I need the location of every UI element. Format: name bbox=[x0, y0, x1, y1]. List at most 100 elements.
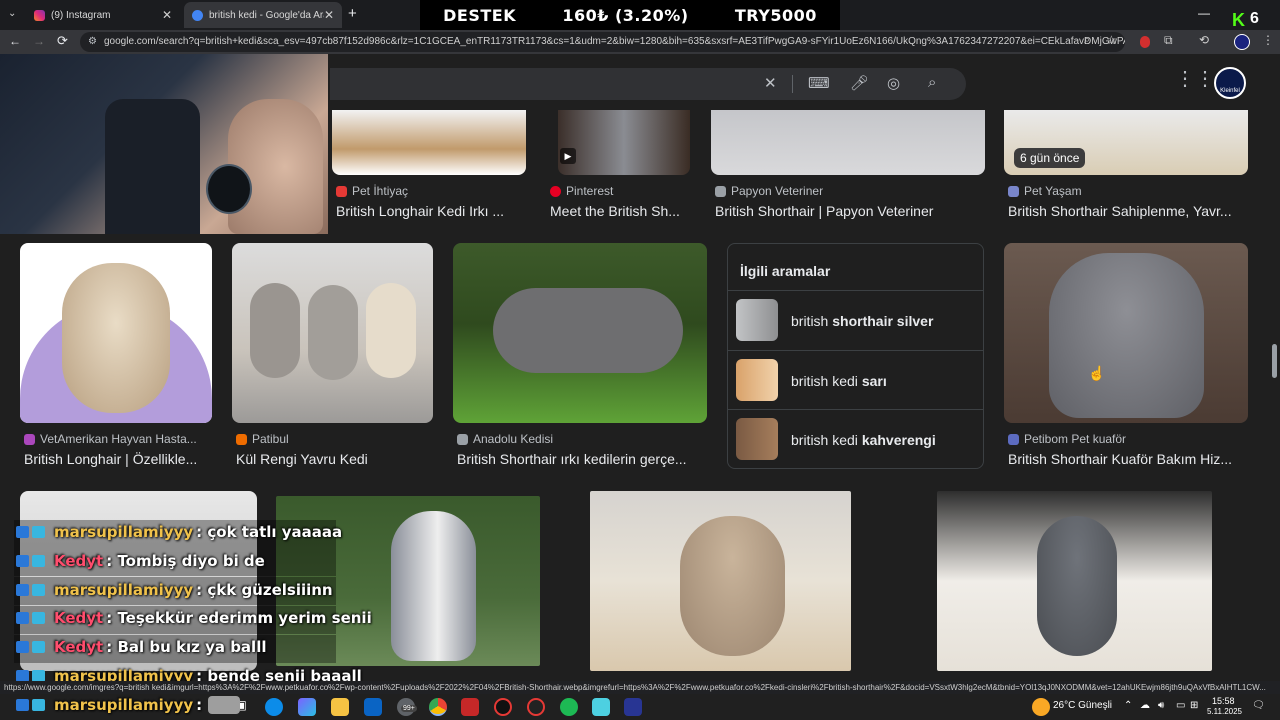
cursor-hand-icon: ☝ bbox=[1088, 365, 1106, 381]
result-image[interactable] bbox=[332, 110, 526, 175]
site-favicon-icon bbox=[336, 185, 347, 197]
source-name: Anadolu Kedisi bbox=[473, 432, 554, 446]
result-source[interactable]: Pet Yaşam bbox=[1008, 184, 1082, 198]
result-image[interactable] bbox=[711, 110, 985, 175]
lens-icon[interactable]: ◎ bbox=[887, 74, 900, 92]
profile-icon[interactable] bbox=[1234, 34, 1250, 50]
minimize-button[interactable]: — bbox=[1198, 6, 1210, 20]
edge-icon[interactable] bbox=[265, 698, 283, 716]
obs-icon[interactable] bbox=[494, 698, 512, 716]
result-source[interactable]: Anadolu Kedisi bbox=[457, 432, 553, 446]
clock-date[interactable]: 5.11.2025 bbox=[1207, 707, 1242, 716]
result-title[interactable]: Kül Rengi Yavru Kedi bbox=[236, 451, 433, 467]
copilot-icon[interactable] bbox=[298, 698, 316, 716]
scrollbar-thumb[interactable] bbox=[1272, 344, 1277, 378]
weather-icon[interactable] bbox=[1032, 698, 1050, 716]
result-image[interactable] bbox=[937, 491, 1212, 671]
url-text: google.com/search?q=british+kedi&sca_esv… bbox=[104, 36, 1125, 47]
chat-username: marsupillamiyyy bbox=[54, 581, 194, 599]
tab-google-search[interactable]: british kedi - Google'da Ara ✕ bbox=[184, 2, 342, 28]
tray-icon[interactable]: ▭ bbox=[1176, 700, 1185, 711]
gaming-chair bbox=[105, 99, 200, 234]
site-favicon-icon bbox=[715, 185, 726, 197]
result-title[interactable]: British Shorthair Kuaför Bakım Hiz... bbox=[1008, 451, 1248, 467]
search-icon[interactable]: ⌕ bbox=[928, 74, 936, 91]
notifications-icon[interactable]: 🗨︎ bbox=[1252, 700, 1265, 711]
history-icon[interactable]: ⟲ bbox=[1199, 33, 1209, 47]
browser-menu-icon[interactable]: ⋮ bbox=[1262, 33, 1274, 47]
tab-instagram[interactable]: (9) Instagram ✕ bbox=[26, 2, 180, 28]
result-source[interactable]: Papyon Veteriner bbox=[715, 184, 823, 198]
new-tab-button[interactable]: + bbox=[348, 5, 357, 22]
reload-icon[interactable]: ⟳ bbox=[57, 33, 68, 49]
result-image[interactable]: 6 gün önce bbox=[1004, 110, 1248, 175]
donation-label: DESTEK bbox=[443, 5, 517, 25]
app-icon[interactable] bbox=[624, 698, 642, 716]
tab-search-icon[interactable]: ⌄ bbox=[8, 8, 16, 19]
back-icon[interactable]: ← bbox=[9, 34, 21, 48]
url-input[interactable]: ⚙ google.com/search?q=british+kedi&sca_e… bbox=[80, 32, 1125, 52]
result-title[interactable]: British Shorthair Sahiplenme, Yavr... bbox=[1008, 203, 1248, 219]
app-icon[interactable] bbox=[527, 698, 545, 716]
extension-red-icon[interactable] bbox=[1140, 36, 1150, 48]
file-explorer-icon[interactable] bbox=[331, 698, 349, 716]
chrome-icon[interactable] bbox=[429, 698, 447, 716]
outlook-icon[interactable] bbox=[364, 698, 382, 716]
result-source[interactable]: Petibom Pet kuaför bbox=[1008, 432, 1126, 446]
result-image[interactable] bbox=[590, 491, 851, 671]
result-image[interactable]: ☝ bbox=[1004, 243, 1248, 423]
related-searches-panel: İlgili aramalar british shorthair silver… bbox=[727, 243, 984, 469]
related-search-item[interactable]: british shorthair silver bbox=[728, 290, 983, 350]
result-source[interactable]: Patibul bbox=[236, 432, 289, 446]
account-avatar[interactable]: Kleinfel bbox=[1214, 67, 1246, 99]
result-title[interactable]: British Shorthair ırkı kedilerin gerçe..… bbox=[457, 451, 707, 467]
related-thumbnail bbox=[736, 418, 778, 460]
volume-icon[interactable]: 🔊︎ bbox=[1158, 700, 1164, 711]
cat-photo bbox=[493, 288, 683, 373]
weather-text[interactable]: 26°C Güneşli bbox=[1053, 700, 1112, 711]
app-icon[interactable] bbox=[592, 698, 610, 716]
result-title[interactable]: British Longhair Kedi Irkı ... bbox=[336, 203, 526, 219]
result-title[interactable]: British Shorthair | Papyon Veteriner bbox=[715, 203, 985, 219]
close-icon[interactable]: ✕ bbox=[324, 8, 334, 22]
chat-badge-icon bbox=[16, 698, 48, 712]
chat-message: Kedyt: Bal bu kız ya balll bbox=[16, 634, 266, 660]
app-icon[interactable] bbox=[461, 698, 479, 716]
related-search-item[interactable]: british kedi kahverengi bbox=[728, 409, 983, 469]
cat-photo bbox=[308, 285, 358, 380]
kick-icon: K bbox=[1232, 10, 1245, 30]
network-icon[interactable]: ☁ bbox=[1140, 700, 1150, 711]
result-image[interactable] bbox=[20, 243, 212, 423]
result-source[interactable]: VetAmerikan Hayvan Hasta... bbox=[24, 432, 197, 446]
source-name: Petibom Pet kuaför bbox=[1024, 432, 1127, 446]
keyboard-icon[interactable]: ⌨ bbox=[808, 74, 830, 92]
clear-icon[interactable]: ✕ bbox=[764, 74, 777, 92]
result-title[interactable]: Meet the British Sh... bbox=[550, 203, 695, 219]
result-source[interactable]: Pet İhtiyaç bbox=[336, 184, 408, 198]
result-image[interactable] bbox=[232, 243, 433, 423]
microphone-icon[interactable]: 🎤︎ bbox=[850, 74, 869, 92]
site-favicon-icon bbox=[457, 433, 468, 445]
tray-chevron-icon[interactable]: ⌃ bbox=[1124, 700, 1132, 711]
result-source[interactable]: Pinterest bbox=[550, 184, 613, 198]
kick-count: 6 bbox=[1250, 10, 1259, 27]
close-icon[interactable]: ✕ bbox=[162, 8, 172, 22]
search-input[interactable]: ✕ ⌨ 🎤︎ ◎ ⌕ bbox=[330, 68, 966, 100]
tray-icon[interactable]: ⊞ bbox=[1190, 700, 1198, 711]
cat-photo bbox=[366, 283, 416, 378]
result-title[interactable]: British Longhair | Özellikle... bbox=[24, 451, 212, 467]
spotify-icon[interactable] bbox=[560, 698, 578, 716]
forward-icon[interactable]: → bbox=[33, 34, 45, 48]
site-info-icon[interactable]: ⚙ bbox=[88, 32, 97, 52]
bookmark-star-icon[interactable]: ☆ bbox=[1106, 33, 1117, 47]
site-favicon-icon bbox=[24, 433, 35, 445]
extensions-icon[interactable]: ⧉ bbox=[1164, 33, 1173, 48]
play-icon: ▶ bbox=[560, 148, 576, 164]
clock-time[interactable]: 15:58 bbox=[1212, 696, 1235, 706]
source-name: Patibul bbox=[252, 432, 289, 446]
zoom-icon[interactable]: ⌕ bbox=[1084, 34, 1090, 47]
divider bbox=[792, 75, 793, 93]
result-image[interactable] bbox=[453, 243, 707, 423]
result-image[interactable]: ▶ bbox=[558, 110, 690, 175]
related-search-item[interactable]: british kedi sarı bbox=[728, 350, 983, 410]
